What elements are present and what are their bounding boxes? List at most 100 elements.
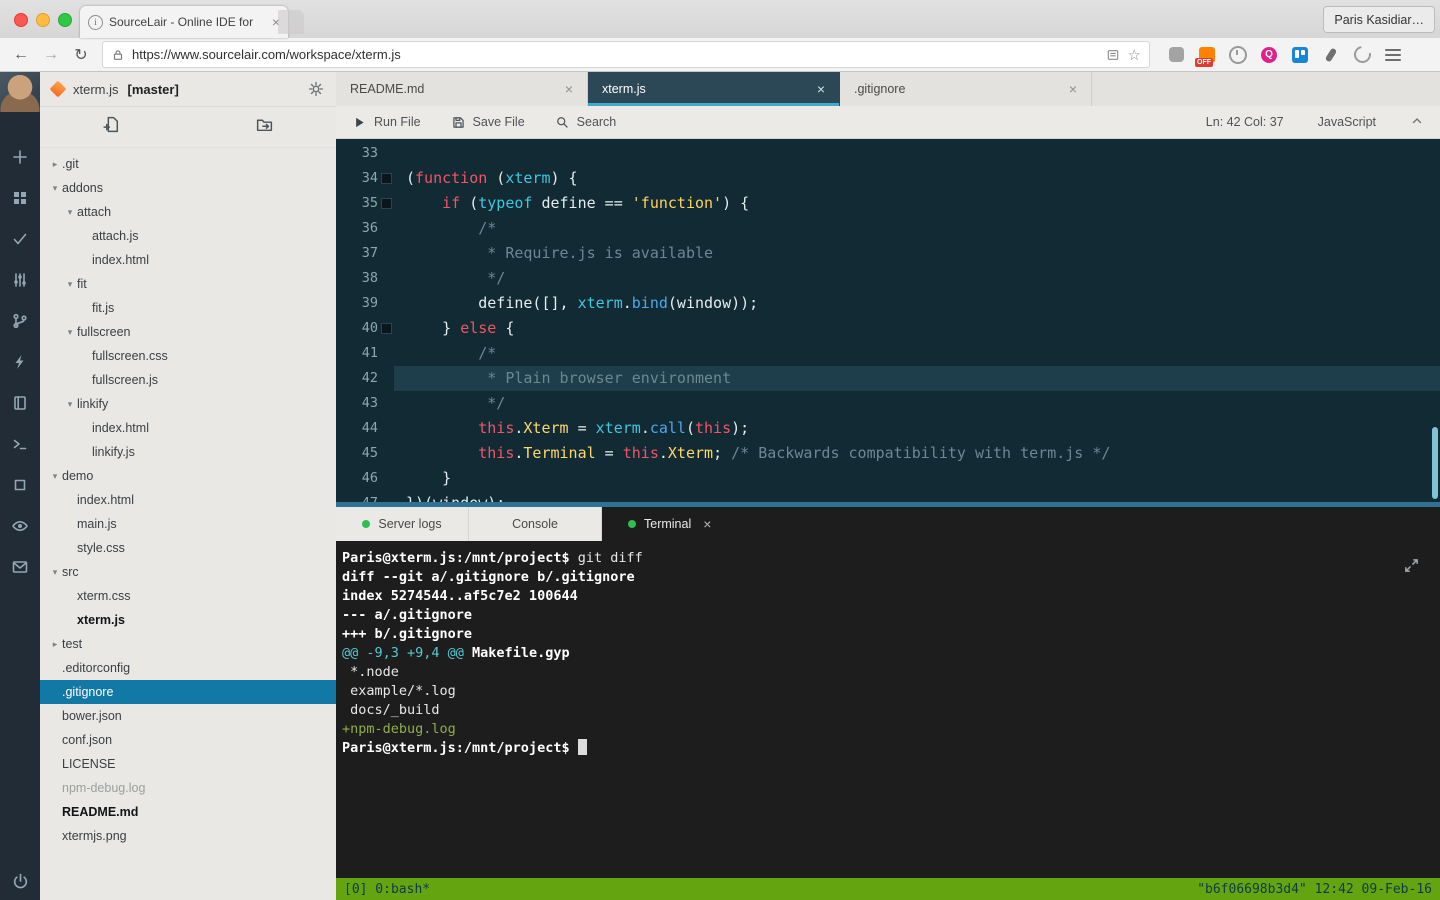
q-extension-icon[interactable]: Q [1257, 43, 1281, 67]
horizontal-scrollbar[interactable] [336, 502, 1440, 507]
search-button[interactable]: Search [555, 115, 617, 130]
pin-extension-icon[interactable] [1319, 43, 1343, 67]
tree-item-fullscreen.css[interactable]: fullscreen.css [40, 344, 336, 368]
window-minimize-button[interactable] [36, 13, 50, 27]
terminal[interactable]: Paris@xterm.js:/mnt/project$ git diffdif… [336, 541, 1440, 878]
clock-extension-icon[interactable] [1226, 43, 1250, 67]
chevron-down-icon[interactable]: ▾ [63, 279, 77, 290]
tree-item-index.html[interactable]: index.html [40, 416, 336, 440]
tree-item-.editorconfig[interactable]: .editorconfig [40, 656, 336, 680]
bolt-icon[interactable] [11, 353, 29, 371]
plus-icon[interactable] [11, 148, 29, 166]
tree-item-README.md[interactable]: README.md [40, 800, 336, 824]
expand-icon[interactable] [1403, 557, 1420, 574]
hand-extension-icon[interactable] [1164, 43, 1188, 67]
new-tab-button[interactable] [278, 10, 304, 34]
terminal-icon[interactable] [11, 435, 29, 453]
vertical-scrollbar[interactable] [1432, 427, 1438, 499]
tree-item-npm-debug.log[interactable]: npm-debug.log [40, 776, 336, 800]
settings-gear-icon[interactable] [308, 81, 324, 97]
book-icon[interactable] [11, 394, 29, 412]
new-file-button[interactable] [102, 115, 121, 139]
tree-item-attach[interactable]: ▾attach [40, 200, 336, 224]
editor-tab-.gitignore[interactable]: .gitignore× [840, 72, 1092, 106]
chevron-down-icon[interactable]: ▾ [48, 183, 62, 194]
reload-button[interactable]: ↻ [68, 45, 94, 65]
forward-button[interactable]: → [38, 46, 64, 64]
chevron-down-icon[interactable]: ▾ [48, 567, 62, 578]
terminal-tab-server-logs[interactable]: Server logs [336, 507, 469, 541]
back-button[interactable]: ← [8, 46, 34, 64]
fold-icon[interactable] [381, 173, 392, 184]
tree-item-xterm.js[interactable]: xterm.js [40, 608, 336, 632]
save-file-button[interactable]: Save File [451, 115, 525, 130]
chevron-right-icon[interactable]: ▸ [48, 639, 62, 650]
tree-item-linkify[interactable]: ▾linkify [40, 392, 336, 416]
tree-item-xterm.css[interactable]: xterm.css [40, 584, 336, 608]
tree-item-.gitignore[interactable]: .gitignore [40, 680, 336, 704]
fold-icon[interactable] [381, 198, 392, 209]
tree-item-.git[interactable]: ▸.git [40, 152, 336, 176]
tree-item-LICENSE[interactable]: LICENSE [40, 752, 336, 776]
chevron-down-icon[interactable]: ▾ [63, 207, 77, 218]
tree-item-index.html[interactable]: index.html [40, 248, 336, 272]
tree-item-demo[interactable]: ▾demo [40, 464, 336, 488]
chevron-up-icon[interactable] [1410, 114, 1424, 131]
loop-extension-icon[interactable] [1350, 43, 1374, 67]
language-mode[interactable]: JavaScript [1318, 115, 1376, 129]
tree-item-addons[interactable]: ▾addons [40, 176, 336, 200]
tree-item-src[interactable]: ▾src [40, 560, 336, 584]
bookmark-star-icon[interactable]: ☆ [1128, 46, 1141, 64]
tree-item-index.html[interactable]: index.html [40, 488, 336, 512]
browser-tab[interactable]: i SourceLair - Online IDE for × [80, 6, 288, 38]
terminal-tab-terminal[interactable]: Terminal× [602, 507, 737, 541]
tree-item-attach.js[interactable]: attach.js [40, 224, 336, 248]
apps-icon[interactable] [11, 189, 29, 207]
tab-close-icon[interactable]: × [565, 81, 573, 97]
tree-item-linkify.js[interactable]: linkify.js [40, 440, 336, 464]
browser-menu-icon[interactable] [1381, 43, 1405, 67]
check-icon[interactable] [11, 230, 29, 248]
reader-mode-icon[interactable] [1106, 48, 1120, 62]
tree-item-xtermjs.png[interactable]: xtermjs.png [40, 824, 336, 848]
adblock-extension-icon[interactable]: OFF [1195, 43, 1219, 67]
chevron-down-icon[interactable]: ▾ [63, 399, 77, 410]
tree-item-conf.json[interactable]: conf.json [40, 728, 336, 752]
tree-item-main.js[interactable]: main.js [40, 512, 336, 536]
run-file-button[interactable]: Run File [352, 115, 421, 130]
tab-close-icon[interactable]: × [817, 81, 825, 97]
mail-icon[interactable] [11, 558, 29, 576]
tab-close-icon[interactable]: × [1069, 81, 1077, 97]
branch-icon[interactable] [11, 312, 29, 330]
eye-icon[interactable] [11, 517, 29, 535]
stop-icon[interactable] [11, 476, 29, 494]
code-editor[interactable]: 3334(function (xterm) {35 if (typeof def… [336, 139, 1440, 507]
tree-item-fullscreen[interactable]: ▾fullscreen [40, 320, 336, 344]
tab-close-icon[interactable]: × [703, 516, 711, 532]
tree-item-fullscreen.js[interactable]: fullscreen.js [40, 368, 336, 392]
chevron-down-icon[interactable]: ▾ [48, 471, 62, 482]
tree-item-fit[interactable]: ▾fit [40, 272, 336, 296]
chevron-down-icon[interactable]: ▾ [63, 327, 77, 338]
fold-marker[interactable] [378, 191, 394, 216]
tree-item-test[interactable]: ▸test [40, 632, 336, 656]
terminal-tab-console[interactable]: Console [469, 507, 602, 541]
profile-button[interactable]: Paris Kasidiar… [1323, 6, 1435, 33]
tree-item-fit.js[interactable]: fit.js [40, 296, 336, 320]
fold-marker[interactable] [378, 316, 394, 341]
import-file-button[interactable] [255, 115, 274, 139]
tree-item-bower.json[interactable]: bower.json [40, 704, 336, 728]
url-bar[interactable]: https://www.sourcelair.com/workspace/xte… [102, 41, 1150, 68]
trello-extension-icon[interactable] [1288, 43, 1312, 67]
editor-tab-xterm.js[interactable]: xterm.js× [588, 72, 840, 106]
chevron-right-icon[interactable]: ▸ [48, 159, 62, 170]
fold-icon[interactable] [381, 323, 392, 334]
user-avatar[interactable] [0, 72, 40, 112]
editor-tab-README.md[interactable]: README.md× [336, 72, 588, 106]
fold-marker[interactable] [378, 166, 394, 191]
power-icon[interactable] [11, 872, 30, 891]
sliders-icon[interactable] [11, 271, 29, 289]
window-close-button[interactable] [14, 13, 28, 27]
window-zoom-button[interactable] [58, 13, 72, 27]
tree-item-style.css[interactable]: style.css [40, 536, 336, 560]
